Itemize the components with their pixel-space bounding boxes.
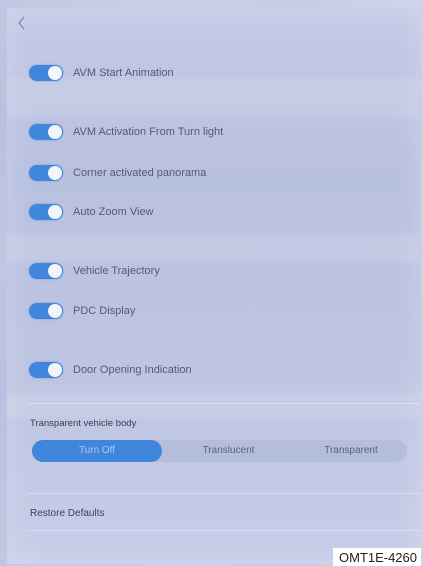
toggle-knob xyxy=(48,205,62,219)
restore-defaults-button[interactable]: Restore Defaults xyxy=(30,508,104,519)
toggle-label: AVM Start Animation xyxy=(73,67,174,79)
toggle-switch[interactable] xyxy=(29,303,63,319)
toggle-row-pdc-display[interactable]: PDC Display xyxy=(29,299,135,323)
toggle-label: PDC Display xyxy=(73,305,136,317)
segment-transparent[interactable]: Transparent xyxy=(295,440,407,462)
toggle-label: Corner activated panorama xyxy=(73,167,207,179)
transparent-body-segmented-control: Turn Off Translucent Transparent xyxy=(32,440,407,462)
toggle-switch[interactable] xyxy=(29,124,63,140)
toggle-knob xyxy=(48,264,62,278)
toggle-row-corner-activated-panorama[interactable]: Corner activated panorama xyxy=(29,161,206,185)
divider xyxy=(27,403,421,404)
toggle-row-avm-start-animation[interactable]: AVM Start Animation xyxy=(29,61,174,85)
divider xyxy=(27,493,421,494)
toggle-label: AVM Activation From Turn light xyxy=(73,126,224,138)
toggle-label: Vehicle Trajectory xyxy=(73,265,160,277)
toggle-switch[interactable] xyxy=(29,263,63,279)
toggle-knob xyxy=(48,125,62,139)
toggle-switch[interactable] xyxy=(29,165,63,181)
toggle-knob xyxy=(48,363,62,377)
chevron-left-icon[interactable] xyxy=(17,16,27,30)
toggle-switch[interactable] xyxy=(29,362,63,378)
toggle-switch[interactable] xyxy=(29,204,63,220)
toggle-row-door-opening-indication[interactable]: Door Opening Indication xyxy=(29,358,192,382)
toggle-knob xyxy=(48,304,62,318)
screen-glare xyxy=(7,393,421,418)
toggle-label: Door Opening Indication xyxy=(73,364,192,376)
settings-screen: AVM Start Animation AVM Activation From … xyxy=(7,8,421,564)
toggle-knob xyxy=(48,66,62,80)
toggle-switch[interactable] xyxy=(29,65,63,81)
toggle-knob xyxy=(48,166,62,180)
divider xyxy=(27,530,421,531)
photo-frame: AVM Start Animation AVM Activation From … xyxy=(0,0,423,566)
toggle-label: Auto Zoom View xyxy=(73,206,154,218)
figure-caption: OMT1E-4260 xyxy=(332,548,421,566)
segment-translucent[interactable]: Translucent xyxy=(162,440,295,462)
toggle-row-avm-activation-turn-light[interactable]: AVM Activation From Turn light xyxy=(29,120,223,144)
toggle-row-auto-zoom-view[interactable]: Auto Zoom View xyxy=(29,200,154,224)
segment-turn-off[interactable]: Turn Off xyxy=(32,440,162,462)
transparent-body-label: Transparent vehicle body xyxy=(30,418,137,429)
toggle-row-vehicle-trajectory[interactable]: Vehicle Trajectory xyxy=(29,259,160,283)
